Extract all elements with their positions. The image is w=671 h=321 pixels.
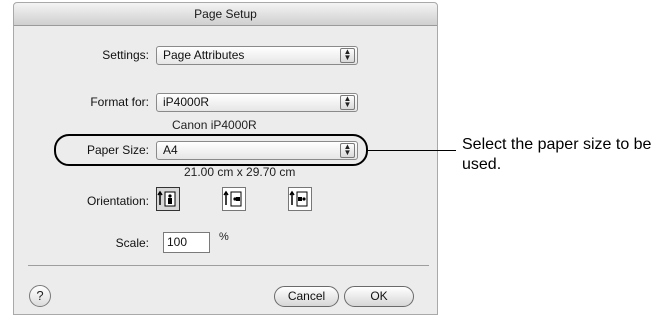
landscape-right-orientation-icon [289, 190, 308, 207]
settings-popup[interactable]: Page Attributes ▲ ▼ [156, 46, 358, 65]
dialog-title: Page Setup [14, 3, 437, 26]
callout-leader-line [367, 150, 456, 151]
printer-description: Canon iP4000R [172, 118, 257, 132]
callout-text: Select the paper size to be used. [462, 136, 652, 173]
format-for-value: iP4000R [163, 95, 210, 109]
format-for-popup[interactable]: iP4000R ▲ ▼ [156, 93, 358, 112]
popup-arrows-icon: ▲ ▼ [340, 48, 355, 63]
paper-size-highlight [54, 134, 368, 166]
orientation-portrait-button[interactable] [156, 187, 180, 211]
paper-dimensions: 21.00 cm x 29.70 cm [184, 165, 296, 179]
scale-unit: % [219, 231, 229, 243]
orientation-landscape-left-button[interactable] [222, 187, 246, 211]
orientation-label: Orientation: [86, 194, 149, 208]
ok-button[interactable]: OK [344, 286, 414, 307]
format-for-label: Format for: [90, 95, 149, 109]
help-button[interactable]: ? [29, 285, 51, 307]
popup-arrows-icon: ▲ ▼ [340, 95, 355, 110]
portrait-orientation-icon [157, 190, 176, 207]
cancel-button[interactable]: Cancel [274, 286, 339, 307]
divider [28, 265, 429, 266]
scale-input[interactable]: 100 [163, 232, 210, 253]
scale-label: Scale: [115, 236, 149, 250]
orientation-landscape-right-button[interactable] [288, 187, 312, 211]
landscape-left-orientation-icon [223, 190, 242, 207]
settings-value: Page Attributes [163, 48, 245, 62]
settings-label: Settings: [102, 48, 149, 62]
